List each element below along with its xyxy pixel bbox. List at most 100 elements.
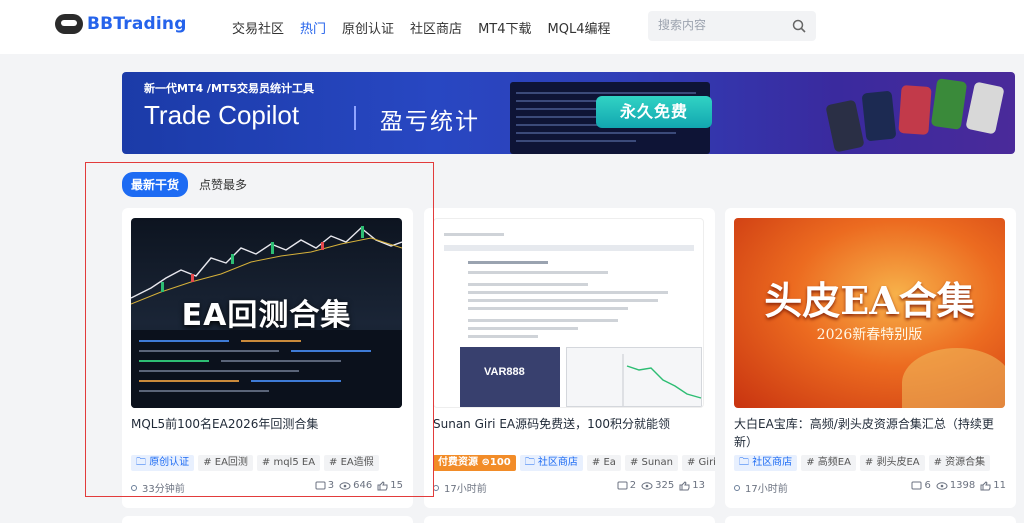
post-time: 33分钟前: [142, 484, 185, 495]
like-count[interactable]: 15: [377, 480, 403, 491]
tag-list: 付费资源 ⊜100 🗀 社区商店 # Ea # Sunan # Giri: [433, 455, 715, 471]
thumbnail-subcaption: 2026新春特别版: [816, 327, 923, 343]
banner-subtitle: 新一代MT4 /MT5交易员统计工具: [144, 82, 315, 95]
tag-hashtag[interactable]: # 剥头皮EA: [859, 455, 925, 471]
tag-store[interactable]: 🗀 社区商店: [519, 455, 583, 471]
tag-original[interactable]: 🗀 原创认证: [131, 455, 195, 471]
post-card-next-row: [122, 516, 413, 523]
top-header: BBTrading 交易社区 热门 原创认证 社区商店 MT4下载 MQL4编程: [0, 0, 1024, 54]
site-logo[interactable]: BBTrading: [55, 14, 187, 34]
post-title[interactable]: 大白EA宝库：高频/剥头皮资源合集汇总（持续更新）: [734, 415, 1006, 451]
post-time: 17小时前: [745, 484, 788, 495]
tag-hashtag[interactable]: # 高频EA: [801, 455, 856, 471]
tag-list: 🗀 社区商店 # 高频EA # 剥头皮EA # 资源合集: [734, 455, 994, 471]
thumbnail-caption: EA回测合集: [181, 298, 352, 333]
comment-count[interactable]: 3: [315, 480, 334, 491]
clock-icon: [131, 484, 137, 491]
tag-hashtag[interactable]: # Giri: [681, 455, 715, 471]
tag-hashtag[interactable]: # EA造假: [324, 455, 379, 471]
comment-icon: [911, 481, 922, 489]
folder-icon: 🗀: [524, 457, 535, 468]
code-panel-graphic: [131, 330, 402, 408]
view-count: 1398: [936, 480, 975, 491]
view-count: 325: [641, 480, 674, 491]
post-card-next-row: [424, 516, 715, 523]
search-icon[interactable]: [792, 19, 806, 33]
post-card[interactable]: VAR888 Sunan Giri EA源码免费送，100积分就能领 付费资源 …: [424, 208, 715, 508]
banner-divider: [354, 106, 356, 130]
view-count-value: 1398: [949, 480, 976, 491]
comment-icon: [315, 481, 326, 489]
like-count[interactable]: 13: [679, 480, 705, 491]
thumbs-up-icon: [377, 480, 388, 490]
comment-count[interactable]: 6: [911, 480, 931, 491]
tag-hashtag[interactable]: # Ea: [586, 455, 621, 471]
like-count-value: 15: [390, 480, 403, 491]
banner-free-badge: 永久免费: [596, 96, 712, 128]
post-card[interactable]: EA回测合集 MQL5前100名EA2026年回测合集 🗀 原创认证 # EA回…: [122, 208, 413, 508]
tag-hashtag[interactable]: # 资源合集: [928, 455, 991, 471]
thumbnail-caption: 头皮EA合集: [764, 278, 975, 323]
clock-icon: [734, 484, 740, 491]
search-input[interactable]: [658, 18, 788, 32]
folder-icon: 🗀: [739, 457, 749, 468]
folder-icon: 🗀: [136, 457, 146, 468]
tag-label: 原创认证: [149, 457, 190, 468]
eye-icon: [339, 481, 351, 490]
eye-icon: [641, 481, 653, 490]
nav-item-original[interactable]: 原创认证: [342, 18, 394, 37]
tag-hashtag[interactable]: # mql5 EA: [256, 455, 321, 471]
nav-item-mt4-download[interactable]: MT4下载: [478, 18, 531, 37]
nav-item-store[interactable]: 社区商店: [410, 18, 462, 37]
comment-count[interactable]: 2: [617, 480, 636, 491]
comment-count-value: 3: [327, 480, 335, 491]
comment-icon: [617, 481, 628, 489]
view-count-value: 646: [353, 480, 373, 491]
tag-label: 社区商店: [537, 457, 578, 468]
clock-icon: [433, 484, 439, 491]
chart-window-graphic: [566, 347, 702, 407]
post-thumbnail[interactable]: VAR888: [433, 218, 704, 408]
like-count[interactable]: 11: [980, 480, 1006, 491]
post-meta: 17小时前 6 1398 11: [734, 480, 1006, 495]
view-count: 646: [339, 480, 372, 491]
post-meta: 33分钟前 3 646 15: [131, 480, 403, 495]
like-count-value: 11: [993, 480, 1006, 491]
post-card[interactable]: 头皮EA合集 2026新春特别版 大白EA宝库：高频/剥头皮资源合集汇总（持续更…: [725, 208, 1016, 508]
banner-title: Trade Copilot: [144, 100, 300, 130]
tag-store[interactable]: 🗀 社区商店: [734, 455, 798, 471]
tag-list: 🗀 原创认证 # EA回测 # mql5 EA # EA造假: [131, 455, 383, 471]
nav-item-hot[interactable]: 热门: [300, 18, 326, 37]
banner-cards-graphic: [810, 76, 1015, 154]
tag-label: 社区商店: [752, 457, 793, 468]
thumbs-up-icon: [679, 480, 690, 490]
post-thumbnail[interactable]: EA回测合集: [131, 218, 402, 408]
post-thumbnail[interactable]: 头皮EA合集 2026新春特别版: [734, 218, 1005, 408]
logo-icon: [55, 14, 83, 34]
comment-count-value: 6: [924, 480, 931, 491]
eye-icon: [936, 481, 948, 490]
view-count-value: 325: [655, 480, 675, 491]
horse-illustration: [902, 348, 1005, 408]
comment-count-value: 2: [629, 480, 637, 491]
tag-hashtag[interactable]: # EA回测: [198, 455, 253, 471]
tag-hashtag[interactable]: # Sunan: [624, 455, 678, 471]
logo-text: BBTrading: [87, 14, 187, 34]
post-title[interactable]: Sunan Giri EA源码免费送，100积分就能领: [433, 415, 705, 433]
main-nav: 交易社区 热门 原创认证 社区商店 MT4下载 MQL4编程: [224, 0, 618, 54]
thumbs-up-icon: [980, 480, 991, 490]
search-box[interactable]: [648, 11, 816, 41]
tab-most-liked[interactable]: 点赞最多: [190, 172, 256, 197]
promo-banner[interactable]: 新一代MT4 /MT5交易员统计工具 Trade Copilot 盈亏统计 永久…: [122, 72, 1015, 154]
content-tabs: 最新干货 点赞最多: [122, 172, 258, 197]
post-title[interactable]: MQL5前100名EA2026年回测合集: [131, 415, 403, 433]
post-meta: 17小时前 2 325 13: [433, 480, 705, 495]
thumbnail-caption: VAR888: [484, 366, 525, 378]
tab-latest[interactable]: 最新干货: [122, 172, 189, 197]
banner-cn-title: 盈亏统计: [380, 109, 480, 135]
tag-paid-resource[interactable]: 付费资源 ⊜100: [433, 455, 516, 471]
nav-item-community[interactable]: 交易社区: [232, 18, 284, 37]
post-time: 17小时前: [444, 484, 487, 495]
nav-item-mql4[interactable]: MQL4编程: [548, 18, 611, 37]
post-card-next-row: [725, 516, 1016, 523]
